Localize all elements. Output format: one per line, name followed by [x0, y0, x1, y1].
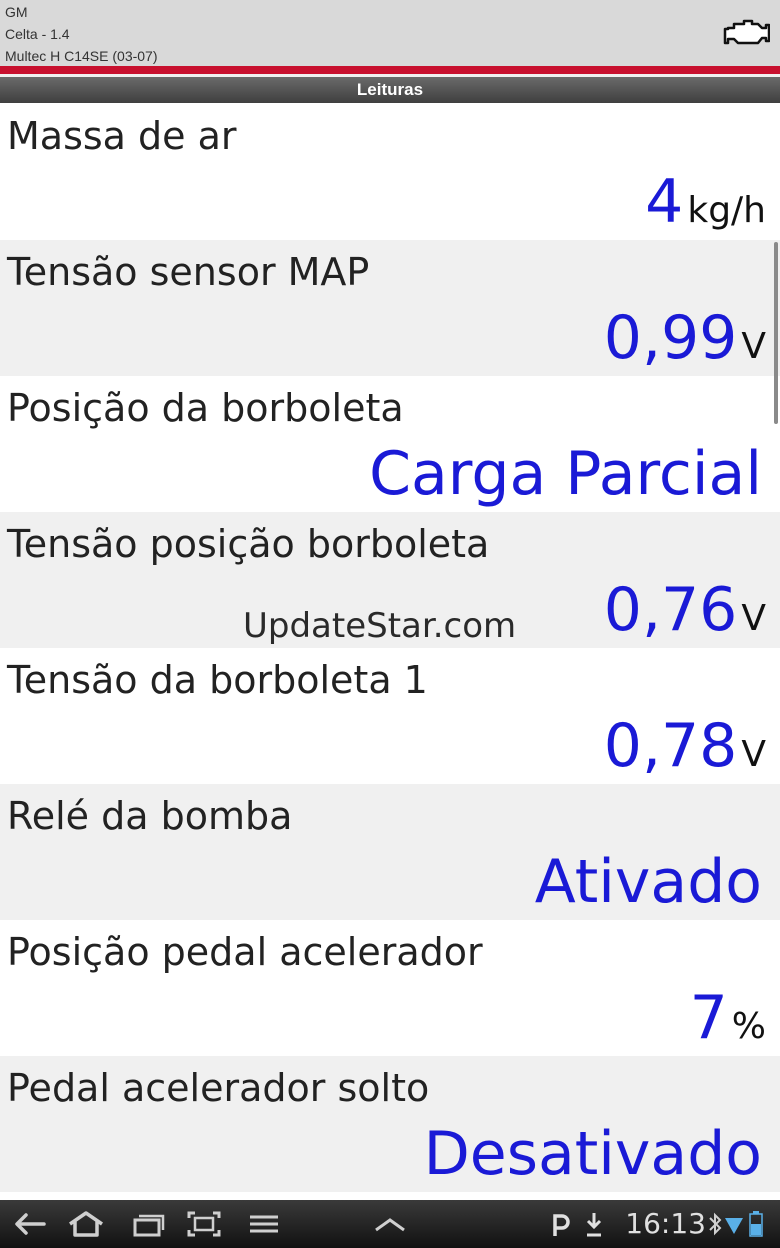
engine-icon[interactable]: [722, 16, 770, 52]
reading-row[interactable]: Massa de ar 4 kg/h: [0, 104, 780, 240]
screenshot-icon[interactable]: [184, 1208, 224, 1240]
reading-value: 4: [645, 167, 684, 237]
reading-row[interactable]: Posição pedal acelerador 7%: [0, 920, 780, 1056]
reading-value: 0,99: [603, 303, 738, 373]
reading-label: Pedal acelerador solto: [7, 1066, 430, 1110]
recent-apps-icon[interactable]: [128, 1208, 168, 1240]
reading-row[interactable]: Tensão da borboleta 1 0,78 V: [0, 648, 780, 784]
reading-value-group: 0,76 V: [604, 580, 766, 640]
readings-list[interactable]: Massa de ar 4 kg/h Tensão sensor MAP 0,99…: [0, 104, 780, 1200]
reading-label: Massa de ar: [7, 114, 237, 158]
status-clock: 16:13: [625, 1207, 706, 1240]
watermark: UpdateStar.com: [243, 606, 517, 646]
model-label: Celta - 1.4: [5, 26, 70, 42]
notification-icon[interactable]: [550, 1210, 570, 1238]
reading-label: Posição pedal acelerador: [7, 930, 483, 974]
reading-label: Tensão sensor MAP: [7, 250, 370, 294]
reading-value: Desativado: [423, 1119, 762, 1189]
reading-unit: kg/h: [687, 190, 766, 231]
scrollbar[interactable]: [774, 242, 778, 424]
reading-row[interactable]: Posição da borboleta Carga Parcial: [0, 376, 780, 512]
reading-value: 7: [689, 983, 728, 1053]
reading-label: Posição da borboleta: [7, 386, 404, 430]
reading-label: Relé da bomba: [7, 794, 293, 838]
reading-label: Tensão posição borboleta: [7, 522, 490, 566]
reading-unit: V: [741, 326, 766, 367]
section-title: Leituras: [0, 77, 780, 103]
app-header: GM Celta - 1.4 Multec H C14SE (03-07): [0, 0, 780, 66]
reading-value: 0,78: [603, 711, 738, 781]
reading-value-group: 0,99 V: [604, 308, 766, 368]
reading-value-group: Ativado: [535, 852, 766, 912]
back-icon[interactable]: [10, 1208, 50, 1240]
reading-value: Ativado: [534, 847, 762, 917]
reading-value-group: Carga Parcial: [369, 444, 766, 504]
battery-icon: [749, 1211, 763, 1237]
bluetooth-icon: [709, 1212, 722, 1236]
brand-label: GM: [5, 4, 28, 20]
download-icon[interactable]: [584, 1210, 604, 1238]
reading-value: Carga Parcial: [369, 439, 762, 509]
chevron-up-icon[interactable]: [370, 1208, 410, 1240]
reading-row[interactable]: Tensão sensor MAP 0,99 V: [0, 240, 780, 376]
reading-row[interactable]: Relé da bomba Ativado: [0, 784, 780, 920]
reading-unit: V: [741, 598, 766, 639]
reading-label: Tensão da borboleta 1: [7, 658, 428, 702]
reading-row[interactable]: Pedal acelerador solto Desativado: [0, 1056, 780, 1192]
reading-value-group: Desativado: [424, 1124, 766, 1184]
reading-value-group: 4 kg/h: [645, 172, 766, 232]
wifi-icon: [725, 1218, 743, 1234]
menu-icon[interactable]: [244, 1208, 284, 1240]
home-icon[interactable]: [66, 1208, 106, 1240]
reading-value-group: 7%: [690, 988, 766, 1048]
reading-unit: V: [741, 734, 766, 775]
reading-unit: %: [731, 1006, 766, 1047]
reading-value: 0,76: [603, 575, 738, 645]
header-accent-line: [0, 66, 780, 74]
ecu-label: Multec H C14SE (03-07): [5, 48, 158, 64]
reading-value-group: 0,78 V: [604, 716, 766, 776]
system-nav-bar: 16:13: [0, 1200, 780, 1248]
